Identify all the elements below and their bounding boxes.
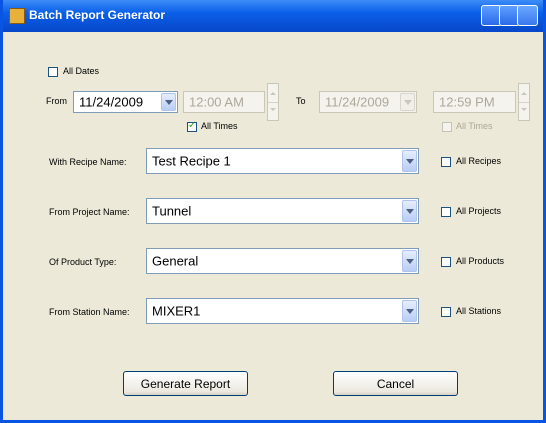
- to-all-times-label: All Times: [456, 121, 493, 131]
- project-combobox[interactable]: Tunnel: [146, 198, 419, 224]
- from-time-up-icon[interactable]: [268, 84, 278, 103]
- project-value: Tunnel: [152, 203, 192, 219]
- from-all-times-label: All Times: [201, 121, 238, 131]
- window-title: Batch Report Generator: [29, 8, 166, 22]
- app-icon: [9, 8, 25, 24]
- all-projects-label: All Projects: [456, 206, 502, 216]
- all-products-label: All Products: [456, 256, 505, 266]
- to-time-down-icon[interactable]: [519, 102, 529, 120]
- to-time-value: 12:59 PM: [439, 94, 495, 110]
- batch-report-window: Batch Report Generator All Dates From 11…: [0, 0, 546, 423]
- product-dropdown-icon[interactable]: [402, 250, 417, 272]
- to-time-field[interactable]: 12:59 PM: [433, 91, 516, 113]
- recipe-value: Test Recipe 1: [152, 153, 231, 169]
- from-date-picker[interactable]: 11/24/2009: [73, 91, 178, 113]
- station-label: From Station Name:: [49, 307, 130, 317]
- all-stations-label: All Stations: [456, 306, 502, 316]
- close-button[interactable]: [517, 5, 538, 26]
- generate-report-button[interactable]: Generate Report: [123, 371, 248, 396]
- from-label: From: [46, 96, 67, 106]
- recipe-combobox[interactable]: Test Recipe 1: [146, 148, 419, 174]
- from-time-field[interactable]: 12:00 AM: [183, 91, 265, 113]
- recipe-dropdown-icon[interactable]: [402, 150, 417, 172]
- all-dates-label: All Dates: [63, 66, 100, 76]
- project-label: From Project Name:: [49, 207, 130, 217]
- product-label: Of Product Type:: [49, 257, 117, 267]
- cancel-button[interactable]: Cancel: [333, 371, 458, 396]
- product-combobox[interactable]: General: [146, 248, 419, 274]
- all-stations-checkbox[interactable]: [441, 307, 451, 317]
- station-value: MIXER1: [152, 303, 201, 319]
- title-bar[interactable]: Batch Report Generator: [3, 0, 543, 32]
- product-value: General: [152, 253, 199, 269]
- from-all-times-checkbox[interactable]: [187, 120, 197, 132]
- from-time-spinner[interactable]: [267, 83, 279, 121]
- station-combobox[interactable]: MIXER1: [146, 298, 419, 324]
- to-all-times-checkbox[interactable]: [442, 122, 452, 132]
- to-label: To: [296, 96, 306, 106]
- all-projects-checkbox[interactable]: [441, 207, 451, 217]
- recipe-label: With Recipe Name:: [49, 157, 127, 167]
- all-recipes-label: All Recipes: [456, 156, 502, 166]
- from-date-value: 11/24/2009: [79, 94, 144, 110]
- station-dropdown-icon[interactable]: [402, 300, 417, 322]
- to-date-dropdown-icon[interactable]: [400, 93, 415, 111]
- from-date-dropdown-icon[interactable]: [161, 93, 176, 111]
- from-time-value: 12:00 AM: [189, 94, 244, 110]
- to-date-value: 11/24/2009: [325, 94, 390, 110]
- all-dates-checkbox[interactable]: [48, 67, 58, 77]
- from-time-down-icon[interactable]: [268, 102, 278, 120]
- project-dropdown-icon[interactable]: [402, 200, 417, 222]
- to-date-picker[interactable]: 11/24/2009: [319, 91, 417, 113]
- to-time-spinner[interactable]: [518, 83, 530, 121]
- all-products-checkbox[interactable]: [441, 257, 451, 267]
- all-recipes-checkbox[interactable]: [441, 157, 451, 167]
- to-time-up-icon[interactable]: [519, 84, 529, 103]
